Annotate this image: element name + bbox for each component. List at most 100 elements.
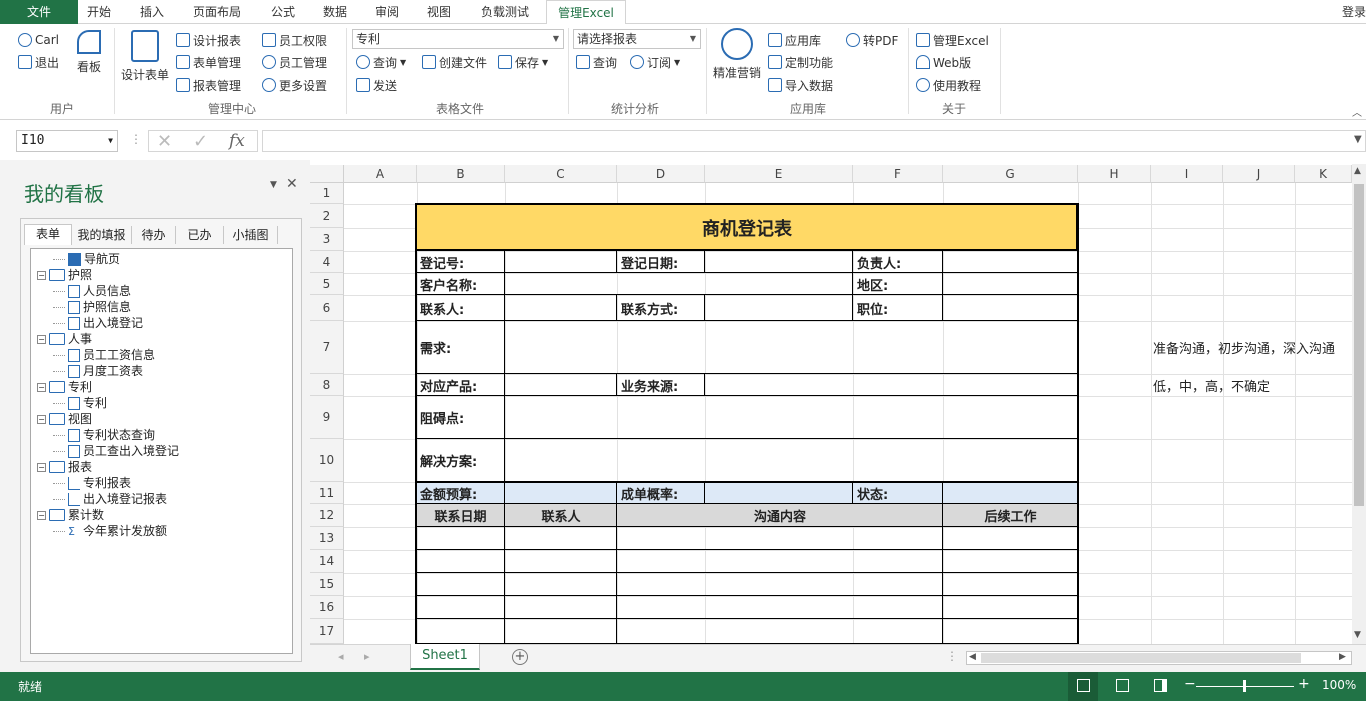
- more-settings-button[interactable]: 更多设置: [262, 75, 327, 95]
- tab-file[interactable]: 文件: [0, 0, 78, 24]
- add-sheet-icon[interactable]: +: [512, 649, 528, 665]
- form-cell[interactable]: [942, 250, 1078, 273]
- collapse-icon[interactable]: −: [37, 510, 46, 520]
- name-box[interactable]: I10 ▼: [16, 130, 118, 152]
- tree-folder[interactable]: − 专利: [37, 379, 92, 395]
- log-row-cell[interactable]: [415, 572, 505, 596]
- import-data-button[interactable]: 导入数据: [768, 75, 833, 95]
- normal-view-button[interactable]: [1068, 672, 1098, 701]
- tree-item[interactable]: 专利报表: [53, 475, 131, 491]
- create-file-button[interactable]: 创建文件: [422, 52, 487, 72]
- column-header[interactable]: E: [705, 165, 853, 183]
- column-header[interactable]: G: [943, 165, 1078, 183]
- report-manage-button[interactable]: 报表管理: [176, 75, 241, 95]
- log-row-cell[interactable]: [942, 595, 1078, 619]
- log-row-cell[interactable]: [616, 526, 943, 550]
- report-select[interactable]: 请选择报表 ▼: [573, 29, 701, 49]
- form-cell[interactable]: [504, 294, 617, 321]
- panel-tab-my-fill[interactable]: 我的填报: [72, 226, 132, 244]
- formula-input[interactable]: [262, 130, 1366, 152]
- log-row-cell[interactable]: [504, 572, 617, 596]
- cell-i7[interactable]: 准备沟通，初步沟通，深入沟通: [1153, 321, 1352, 374]
- employee-manage-button[interactable]: 员工管理: [262, 52, 327, 72]
- row-header[interactable]: 11: [310, 482, 344, 504]
- next-sheet-icon[interactable]: ▸: [364, 650, 370, 663]
- tab-page-layout[interactable]: 页面布局: [184, 0, 250, 24]
- tree-item[interactable]: 导航页: [53, 251, 120, 267]
- design-report-button[interactable]: 设计报表: [176, 30, 241, 50]
- row-header[interactable]: 8: [310, 374, 344, 396]
- web-version-button[interactable]: Web版: [916, 52, 971, 72]
- tree-item[interactable]: 月度工资表: [53, 363, 143, 379]
- cell-i8[interactable]: 低，中，高，不确定: [1153, 374, 1352, 396]
- panel-tab-forms[interactable]: 表单: [24, 224, 72, 245]
- tree-item[interactable]: 专利状态查询: [53, 427, 155, 443]
- form-cell[interactable]: [942, 294, 1078, 321]
- query-button[interactable]: 查询 ▼: [356, 52, 406, 72]
- scroll-down-icon[interactable]: ▼: [1354, 630, 1361, 640]
- user-button[interactable]: Carl: [18, 30, 59, 50]
- tab-insert[interactable]: 插入: [130, 0, 174, 24]
- form-cell[interactable]: [504, 395, 1078, 439]
- log-row-cell[interactable]: [942, 572, 1078, 596]
- panel-close-icon[interactable]: ✕: [286, 176, 298, 192]
- scroll-up-icon[interactable]: ▲: [1354, 166, 1361, 176]
- column-header[interactable]: A: [344, 165, 417, 183]
- column-header[interactable]: I: [1151, 165, 1223, 183]
- log-row-cell[interactable]: [616, 595, 943, 619]
- log-row-cell[interactable]: [504, 549, 617, 573]
- tree-folder[interactable]: − 报表: [37, 459, 92, 475]
- function-icon[interactable]: fx: [229, 131, 245, 151]
- row-header[interactable]: 17: [310, 619, 344, 644]
- collapse-icon[interactable]: −: [37, 334, 46, 344]
- tab-data[interactable]: 数据: [314, 0, 356, 24]
- page-break-view-button[interactable]: [1154, 679, 1167, 692]
- prev-sheet-icon[interactable]: ◂: [338, 650, 344, 663]
- row-header[interactable]: 10: [310, 439, 344, 482]
- column-header[interactable]: D: [617, 165, 705, 183]
- row-header[interactable]: 1: [310, 183, 344, 204]
- tree-item[interactable]: Σ 今年累计发放额: [53, 523, 167, 539]
- tab-load-test[interactable]: 负载测试: [472, 0, 538, 24]
- row-header[interactable]: 15: [310, 573, 344, 596]
- form-cell[interactable]: [704, 294, 853, 321]
- log-row-cell[interactable]: [504, 618, 617, 644]
- tree-folder[interactable]: − 视图: [37, 411, 92, 427]
- select-all-corner[interactable]: [310, 165, 344, 183]
- form-manage-button[interactable]: 表单管理: [176, 52, 241, 72]
- tree-item[interactable]: 出入境登记: [53, 315, 143, 331]
- column-header[interactable]: F: [853, 165, 943, 183]
- column-header[interactable]: H: [1078, 165, 1151, 183]
- column-header[interactable]: J: [1223, 165, 1295, 183]
- page-layout-view-button[interactable]: [1116, 679, 1129, 692]
- form-cell[interactable]: [704, 250, 853, 273]
- zoom-slider-thumb[interactable]: [1243, 680, 1246, 692]
- tree-folder[interactable]: − 护照: [37, 267, 92, 283]
- design-form-button[interactable]: 设计表单: [118, 30, 172, 83]
- panel-menu-icon[interactable]: ▼: [270, 180, 277, 190]
- row-header[interactable]: 2: [310, 204, 344, 228]
- precise-marketing-button[interactable]: 精准营销: [710, 28, 764, 81]
- tab-formulas[interactable]: 公式: [262, 0, 304, 24]
- collapse-icon[interactable]: −: [37, 270, 46, 280]
- subscribe-button[interactable]: 订阅 ▼: [630, 52, 680, 72]
- split-handle[interactable]: ⋮: [946, 649, 958, 663]
- row-header[interactable]: 12: [310, 504, 344, 527]
- vertical-scroll-thumb[interactable]: [1354, 184, 1364, 506]
- worksheet-grid[interactable]: ABCDEFGHIJK 1 2 3 4 5 6 7 8 9 10 11 12 13 14 15 16 17 商机…: [310, 160, 1352, 644]
- panel-tab-done[interactable]: 已办: [176, 226, 224, 244]
- log-row-cell[interactable]: [616, 618, 943, 644]
- to-pdf-button[interactable]: 转PDF: [846, 30, 898, 50]
- tree-item[interactable]: 专利: [53, 395, 107, 411]
- row-header[interactable]: 7: [310, 321, 344, 374]
- save-button[interactable]: 保存 ▼: [498, 52, 548, 72]
- form-cell[interactable]: [504, 373, 617, 396]
- manage-excel-button[interactable]: 管理Excel: [916, 30, 989, 50]
- custom-function-button[interactable]: 定制功能: [768, 52, 833, 72]
- column-header[interactable]: C: [505, 165, 617, 183]
- column-header[interactable]: B: [417, 165, 505, 183]
- form-select[interactable]: 专利 ▼: [352, 29, 564, 49]
- row-header[interactable]: 13: [310, 527, 344, 550]
- row-header[interactable]: 14: [310, 550, 344, 573]
- tab-manage-excel[interactable]: 管理Excel: [546, 0, 626, 25]
